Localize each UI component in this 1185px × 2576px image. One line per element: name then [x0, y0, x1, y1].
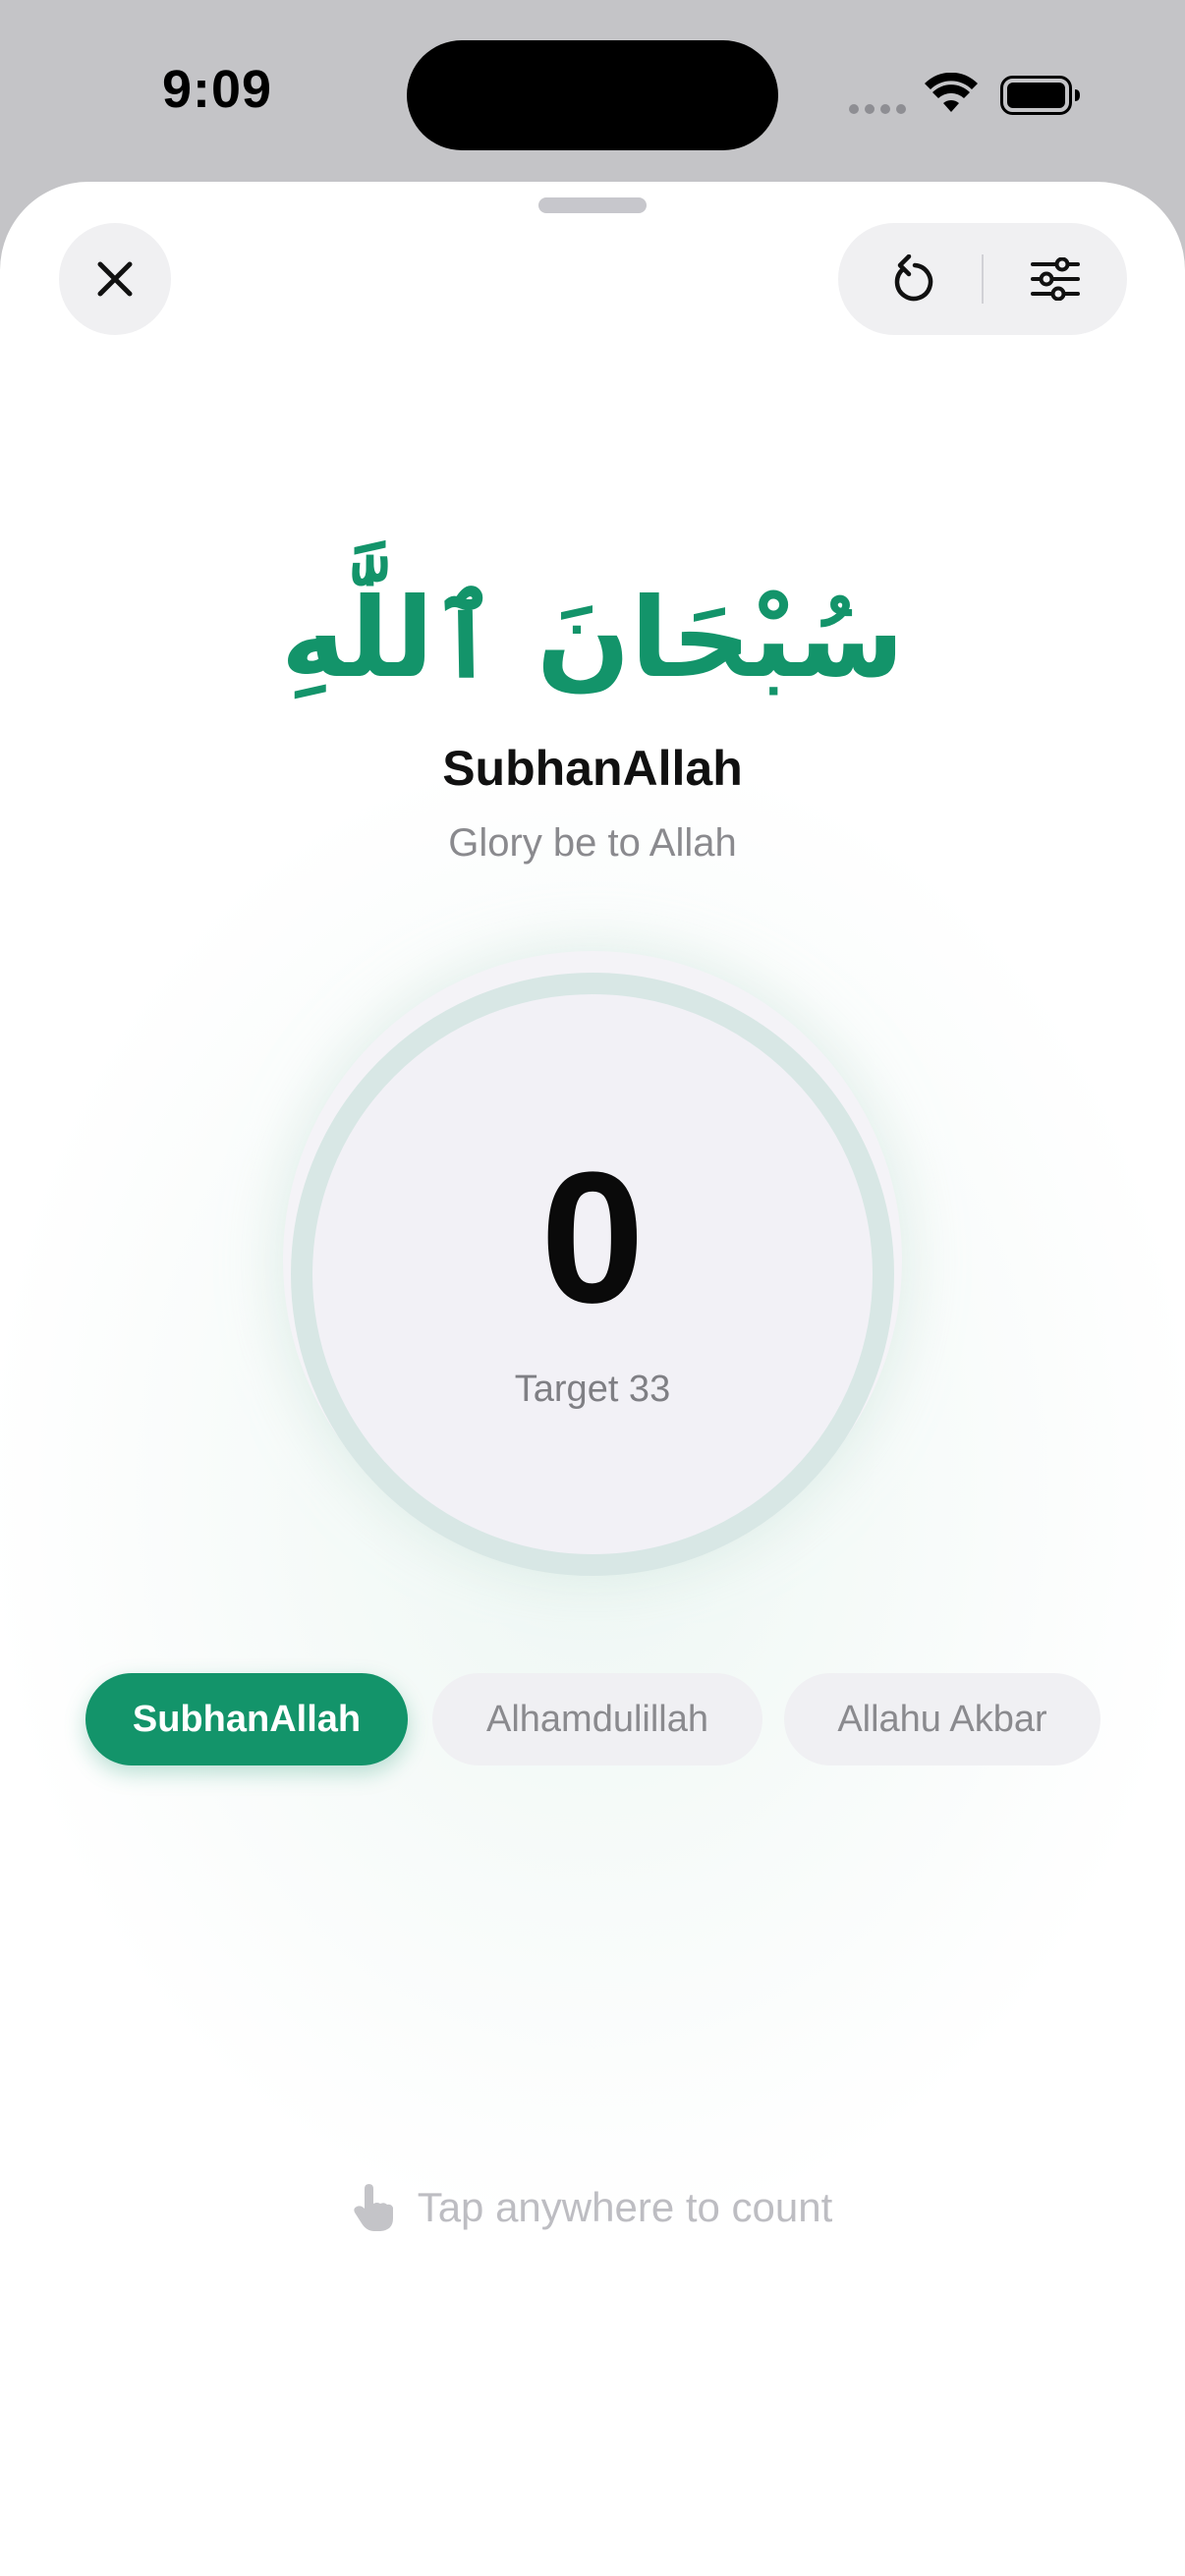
- tap-hint: Tap anywhere to count: [0, 2183, 1185, 2232]
- tap-hint-text: Tap anywhere to count: [417, 2184, 833, 2230]
- chip-allahu-akbar[interactable]: Allahu Akbar: [784, 1673, 1100, 1765]
- sliders-icon: [1030, 257, 1080, 301]
- dhikr-name: SubhanAllah: [442, 741, 743, 796]
- tap-hand-icon: [354, 2184, 393, 2231]
- status-time: 9:09: [162, 60, 273, 119]
- counter-value: 0: [540, 1134, 645, 1342]
- toolbar-group: [838, 223, 1127, 335]
- settings-button[interactable]: [983, 223, 1127, 335]
- reset-button[interactable]: [838, 223, 983, 335]
- chip-subhanallah[interactable]: SubhanAllah: [85, 1673, 408, 1765]
- cellular-dots-icon: [849, 104, 908, 114]
- reset-icon: [894, 254, 932, 302]
- dynamic-island: [407, 40, 778, 150]
- battery-full-icon: [1000, 76, 1080, 115]
- status-bar: 9:09: [0, 0, 1185, 182]
- dhikr-arabic-text: سُبْحَانَ ٱللَّٰهِ: [280, 575, 905, 702]
- wifi-icon: [925, 73, 978, 112]
- dhikr-translation: Glory be to Allah: [448, 821, 737, 865]
- close-icon: [97, 261, 133, 297]
- sheet-grabber[interactable]: [538, 197, 647, 213]
- counter-target: Target 33: [514, 1369, 671, 1410]
- chip-alhamdulillah[interactable]: Alhamdulillah: [432, 1673, 762, 1765]
- close-button[interactable]: [59, 223, 171, 335]
